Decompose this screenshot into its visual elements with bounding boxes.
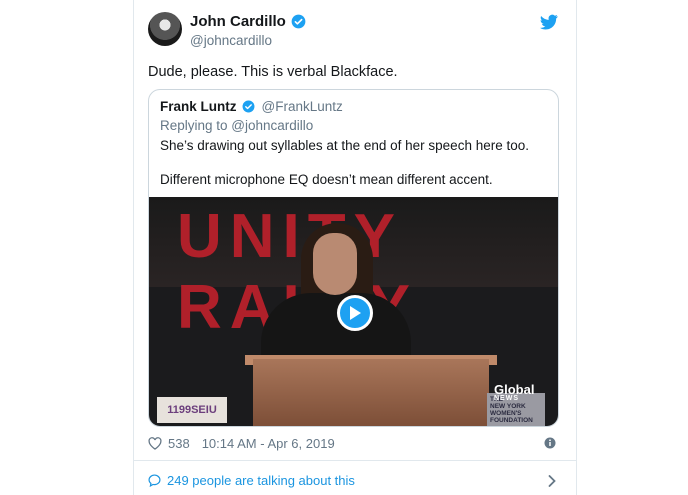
conversation-link[interactable]: 249 people are talking about this — [148, 473, 355, 488]
info-icon[interactable] — [544, 437, 556, 449]
verified-icon — [242, 100, 254, 113]
quoted-author-name[interactable]: Frank Luntz — [160, 99, 237, 114]
speaker-face — [313, 233, 357, 295]
divider — [134, 460, 576, 461]
podium — [253, 359, 489, 426]
play-button[interactable] — [337, 295, 373, 331]
quoted-tweet[interactable]: Frank Luntz @FrankLuntz Replying to @joh… — [148, 89, 559, 427]
quoted-author-handle[interactable]: @FrankLuntz — [262, 99, 343, 114]
verified-icon — [291, 14, 306, 29]
chevron-right-icon[interactable] — [548, 475, 556, 487]
tweet-text: Dude, please. This is verbal Blackface. — [148, 64, 398, 80]
video-player[interactable]: UNITY RALLY 1199SEIU THE NEW YORK WOMEN'… — [149, 197, 558, 426]
avatar[interactable] — [148, 12, 182, 46]
like-count[interactable]: 538 — [168, 436, 190, 451]
tweet-meta: 538 10:14 AM - Apr 6, 2019 — [148, 436, 335, 451]
embedded-tweet-card: John Cardillo @johncardillo Dude, please… — [133, 0, 577, 495]
quoted-text-line-1: She’s drawing out syllables at the end o… — [160, 138, 529, 153]
play-icon — [350, 306, 361, 320]
replying-to[interactable]: Replying to @johncardillo — [160, 118, 313, 133]
timestamp[interactable]: 10:14 AM - Apr 6, 2019 — [202, 436, 335, 451]
tweet-header: John Cardillo @johncardillo — [148, 12, 562, 52]
sign-left: 1199SEIU — [157, 397, 227, 423]
quoted-text-line-2: Different microphone EQ doesn’t mean dif… — [160, 172, 493, 187]
speech-bubble-icon — [148, 474, 161, 487]
heart-icon[interactable] — [148, 437, 162, 450]
talking-count[interactable]: 249 people are talking about this — [167, 473, 355, 488]
twitter-bird-icon[interactable] — [540, 14, 558, 30]
author-handle[interactable]: @johncardillo — [190, 33, 306, 48]
author-name[interactable]: John Cardillo — [190, 13, 286, 30]
global-news-watermark: Global NEWS — [494, 382, 534, 402]
quoted-author[interactable]: Frank Luntz @FrankLuntz — [160, 99, 343, 114]
author-block[interactable]: John Cardillo @johncardillo — [190, 13, 306, 48]
